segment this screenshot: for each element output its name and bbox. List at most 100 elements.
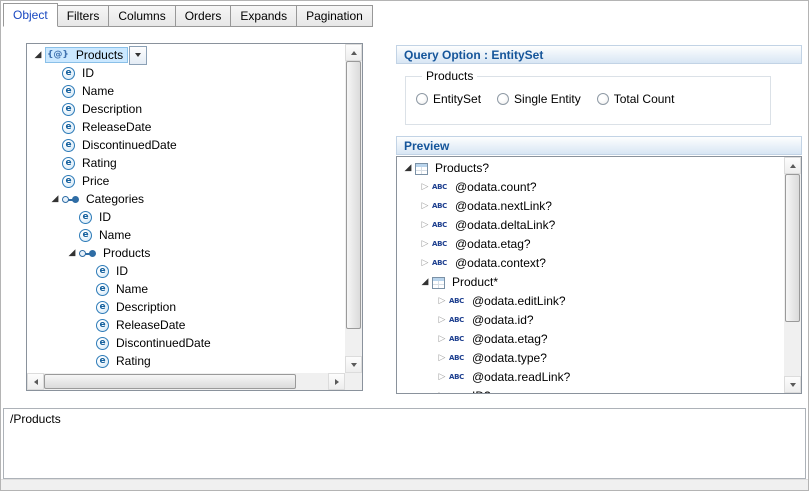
preview-tree-row-odata-nextlink[interactable]: ▷ABC@odata.nextLink?: [399, 197, 784, 216]
tab-pagination[interactable]: Pagination: [296, 5, 373, 27]
object-tree-node-label[interactable]: ReleaseDate: [79, 118, 154, 136]
object-tree-node-label[interactable]: ReleaseDate: [113, 316, 188, 334]
collapsed-expander-icon[interactable]: ▷: [435, 349, 449, 368]
tab-object[interactable]: Object: [3, 3, 58, 27]
collapsed-expander-icon[interactable]: ▷: [435, 311, 449, 330]
object-tree-row-name[interactable]: eName: [29, 226, 345, 244]
object-tree-node-label[interactable]: ID: [96, 208, 114, 226]
vertical-scroll-thumb[interactable]: [785, 174, 800, 322]
object-tree-node-label[interactable]: Rating: [79, 154, 120, 172]
preview-tree-node-label[interactable]: @odata.readLink?: [469, 368, 573, 387]
collapsed-expander-icon[interactable]: ▷: [418, 235, 432, 254]
object-tree-row-rating[interactable]: eRating: [29, 154, 345, 172]
selected-node[interactable]: {@}Products: [45, 47, 128, 63]
preview-tree-row-product[interactable]: ◢ Product*: [399, 273, 784, 292]
vertical-scroll-thumb[interactable]: [346, 61, 361, 329]
scroll-right-button[interactable]: [328, 373, 345, 390]
object-tree-vertical-scrollbar[interactable]: [345, 44, 362, 373]
radio-circle-icon[interactable]: [497, 93, 509, 105]
object-tree-node-label[interactable]: Rating: [113, 352, 154, 370]
tab-columns[interactable]: Columns: [108, 5, 175, 27]
radio-entityset[interactable]: EntitySet: [416, 92, 481, 106]
object-tree-node-label[interactable]: ID: [113, 262, 131, 280]
collapsed-expander-icon[interactable]: ▷: [418, 178, 432, 197]
object-tree-node-label[interactable]: Products: [73, 46, 126, 64]
tab-orders[interactable]: Orders: [175, 5, 232, 27]
object-tree-node-label[interactable]: Name: [113, 280, 151, 298]
object-tree-row-discontinueddate[interactable]: eDiscontinuedDate: [29, 136, 345, 154]
scroll-down-button[interactable]: [345, 356, 362, 373]
collapsed-expander-icon[interactable]: ▷: [435, 387, 449, 393]
collapsed-expander-icon[interactable]: ▷: [418, 197, 432, 216]
collapsed-expander-icon[interactable]: ▷: [435, 292, 449, 311]
object-tree-row-products[interactable]: ◢{@}Products: [29, 46, 345, 64]
expanded-expander-icon[interactable]: ◢: [418, 273, 432, 292]
horizontal-scroll-thumb[interactable]: [44, 374, 296, 389]
object-tree-node-label[interactable]: Description: [113, 298, 179, 316]
preview-tree-row-odata-readlink[interactable]: ▷ABC@odata.readLink?: [399, 368, 784, 387]
tab-filters[interactable]: Filters: [57, 5, 110, 27]
expanded-expander-icon[interactable]: ◢: [401, 159, 415, 178]
expanded-expander-icon[interactable]: ◢: [31, 46, 45, 64]
preview-tree-node-label[interactable]: @odata.editLink?: [469, 292, 569, 311]
object-tree-node-label[interactable]: ID: [79, 64, 97, 82]
preview-tree-node-label[interactable]: @odata.id?: [469, 311, 537, 330]
object-tree-row-discontinueddate[interactable]: eDiscontinuedDate: [29, 334, 345, 352]
preview-tree-node-label[interactable]: @odata.type?: [469, 349, 550, 368]
preview-vertical-scrollbar[interactable]: [784, 157, 801, 393]
object-tree-row-products[interactable]: ◢ Products: [29, 244, 345, 262]
preview-tree-node-label[interactable]: ID?: [469, 387, 494, 393]
scroll-up-button[interactable]: [784, 157, 801, 174]
preview-tree-node-label[interactable]: Products?: [432, 159, 492, 178]
scroll-down-button[interactable]: [784, 376, 801, 393]
object-tree-row-name[interactable]: eName: [29, 82, 345, 100]
collapsed-expander-icon[interactable]: ▷: [435, 330, 449, 349]
radio-single-entity[interactable]: Single Entity: [497, 92, 581, 106]
preview-tree-row-odata-editlink[interactable]: ▷ABC@odata.editLink?: [399, 292, 784, 311]
radio-total-count[interactable]: Total Count: [597, 92, 675, 106]
preview-tree-row-odata-id[interactable]: ▷ABC@odata.id?: [399, 311, 784, 330]
object-tree-node-label[interactable]: Categories: [83, 190, 147, 208]
object-tree-row-id[interactable]: eID: [29, 208, 345, 226]
preview-tree-node-label[interactable]: @odata.deltaLink?: [452, 216, 558, 235]
object-tree-row-price[interactable]: ePrice: [29, 172, 345, 190]
root-node-dropdown-button[interactable]: [129, 46, 147, 65]
preview-tree-row-odata-deltalink[interactable]: ▷ABC@odata.deltaLink?: [399, 216, 784, 235]
object-tree-row-categories[interactable]: ◢ Categories: [29, 190, 345, 208]
object-tree-node-label[interactable]: DiscontinuedDate: [79, 136, 180, 154]
radio-circle-icon[interactable]: [597, 93, 609, 105]
scroll-left-button[interactable]: [27, 373, 44, 390]
object-tree-node-label[interactable]: Price: [79, 172, 112, 190]
preview-tree-node-label[interactable]: Product*: [449, 273, 501, 292]
object-tree-row-name[interactable]: eName: [29, 280, 345, 298]
collapsed-expander-icon[interactable]: ▷: [418, 216, 432, 235]
preview-tree-row-odata-etag[interactable]: ▷ABC@odata.etag?: [399, 235, 784, 254]
expanded-expander-icon[interactable]: ◢: [48, 190, 62, 208]
object-tree-node-label[interactable]: Name: [96, 226, 134, 244]
radio-circle-icon[interactable]: [416, 93, 428, 105]
preview-tree-node-label[interactable]: @odata.nextLink?: [452, 197, 555, 216]
scroll-up-button[interactable]: [345, 44, 362, 61]
object-tree-row-id[interactable]: eID: [29, 262, 345, 280]
object-tree-row-rating[interactable]: eRating: [29, 352, 345, 370]
preview-tree-row-odata-count[interactable]: ▷ABC@odata.count?: [399, 178, 784, 197]
object-tree-node-label[interactable]: DiscontinuedDate: [113, 334, 214, 352]
preview-tree-node-label[interactable]: @odata.etag?: [469, 330, 551, 349]
tab-expands[interactable]: Expands: [230, 5, 297, 27]
object-tree-row-id[interactable]: eID: [29, 64, 345, 82]
collapsed-expander-icon[interactable]: ▷: [435, 368, 449, 387]
object-tree-horizontal-scrollbar[interactable]: [27, 373, 345, 390]
object-tree-node-label[interactable]: Name: [79, 82, 117, 100]
expanded-expander-icon[interactable]: ◢: [65, 244, 79, 262]
object-tree-node-label[interactable]: Products: [100, 244, 153, 262]
object-tree-row-releasedate[interactable]: eReleaseDate: [29, 118, 345, 136]
object-tree-row-description[interactable]: eDescription: [29, 298, 345, 316]
preview-tree-row-odata-context[interactable]: ▷ABC@odata.context?: [399, 254, 784, 273]
object-tree-row-releasedate[interactable]: eReleaseDate: [29, 316, 345, 334]
preview-tree[interactable]: ◢ Products?▷ABC@odata.count?▷ABC@odata.ne…: [397, 157, 784, 393]
preview-tree-row-odata-type[interactable]: ▷ABC@odata.type?: [399, 349, 784, 368]
object-tree[interactable]: ◢{@}ProductseIDeNameeDescriptioneRelease…: [27, 44, 345, 373]
preview-tree-node-label[interactable]: @odata.context?: [452, 254, 549, 273]
preview-tree-row-odata-etag[interactable]: ▷ABC@odata.etag?: [399, 330, 784, 349]
object-tree-node-label[interactable]: Description: [79, 100, 145, 118]
